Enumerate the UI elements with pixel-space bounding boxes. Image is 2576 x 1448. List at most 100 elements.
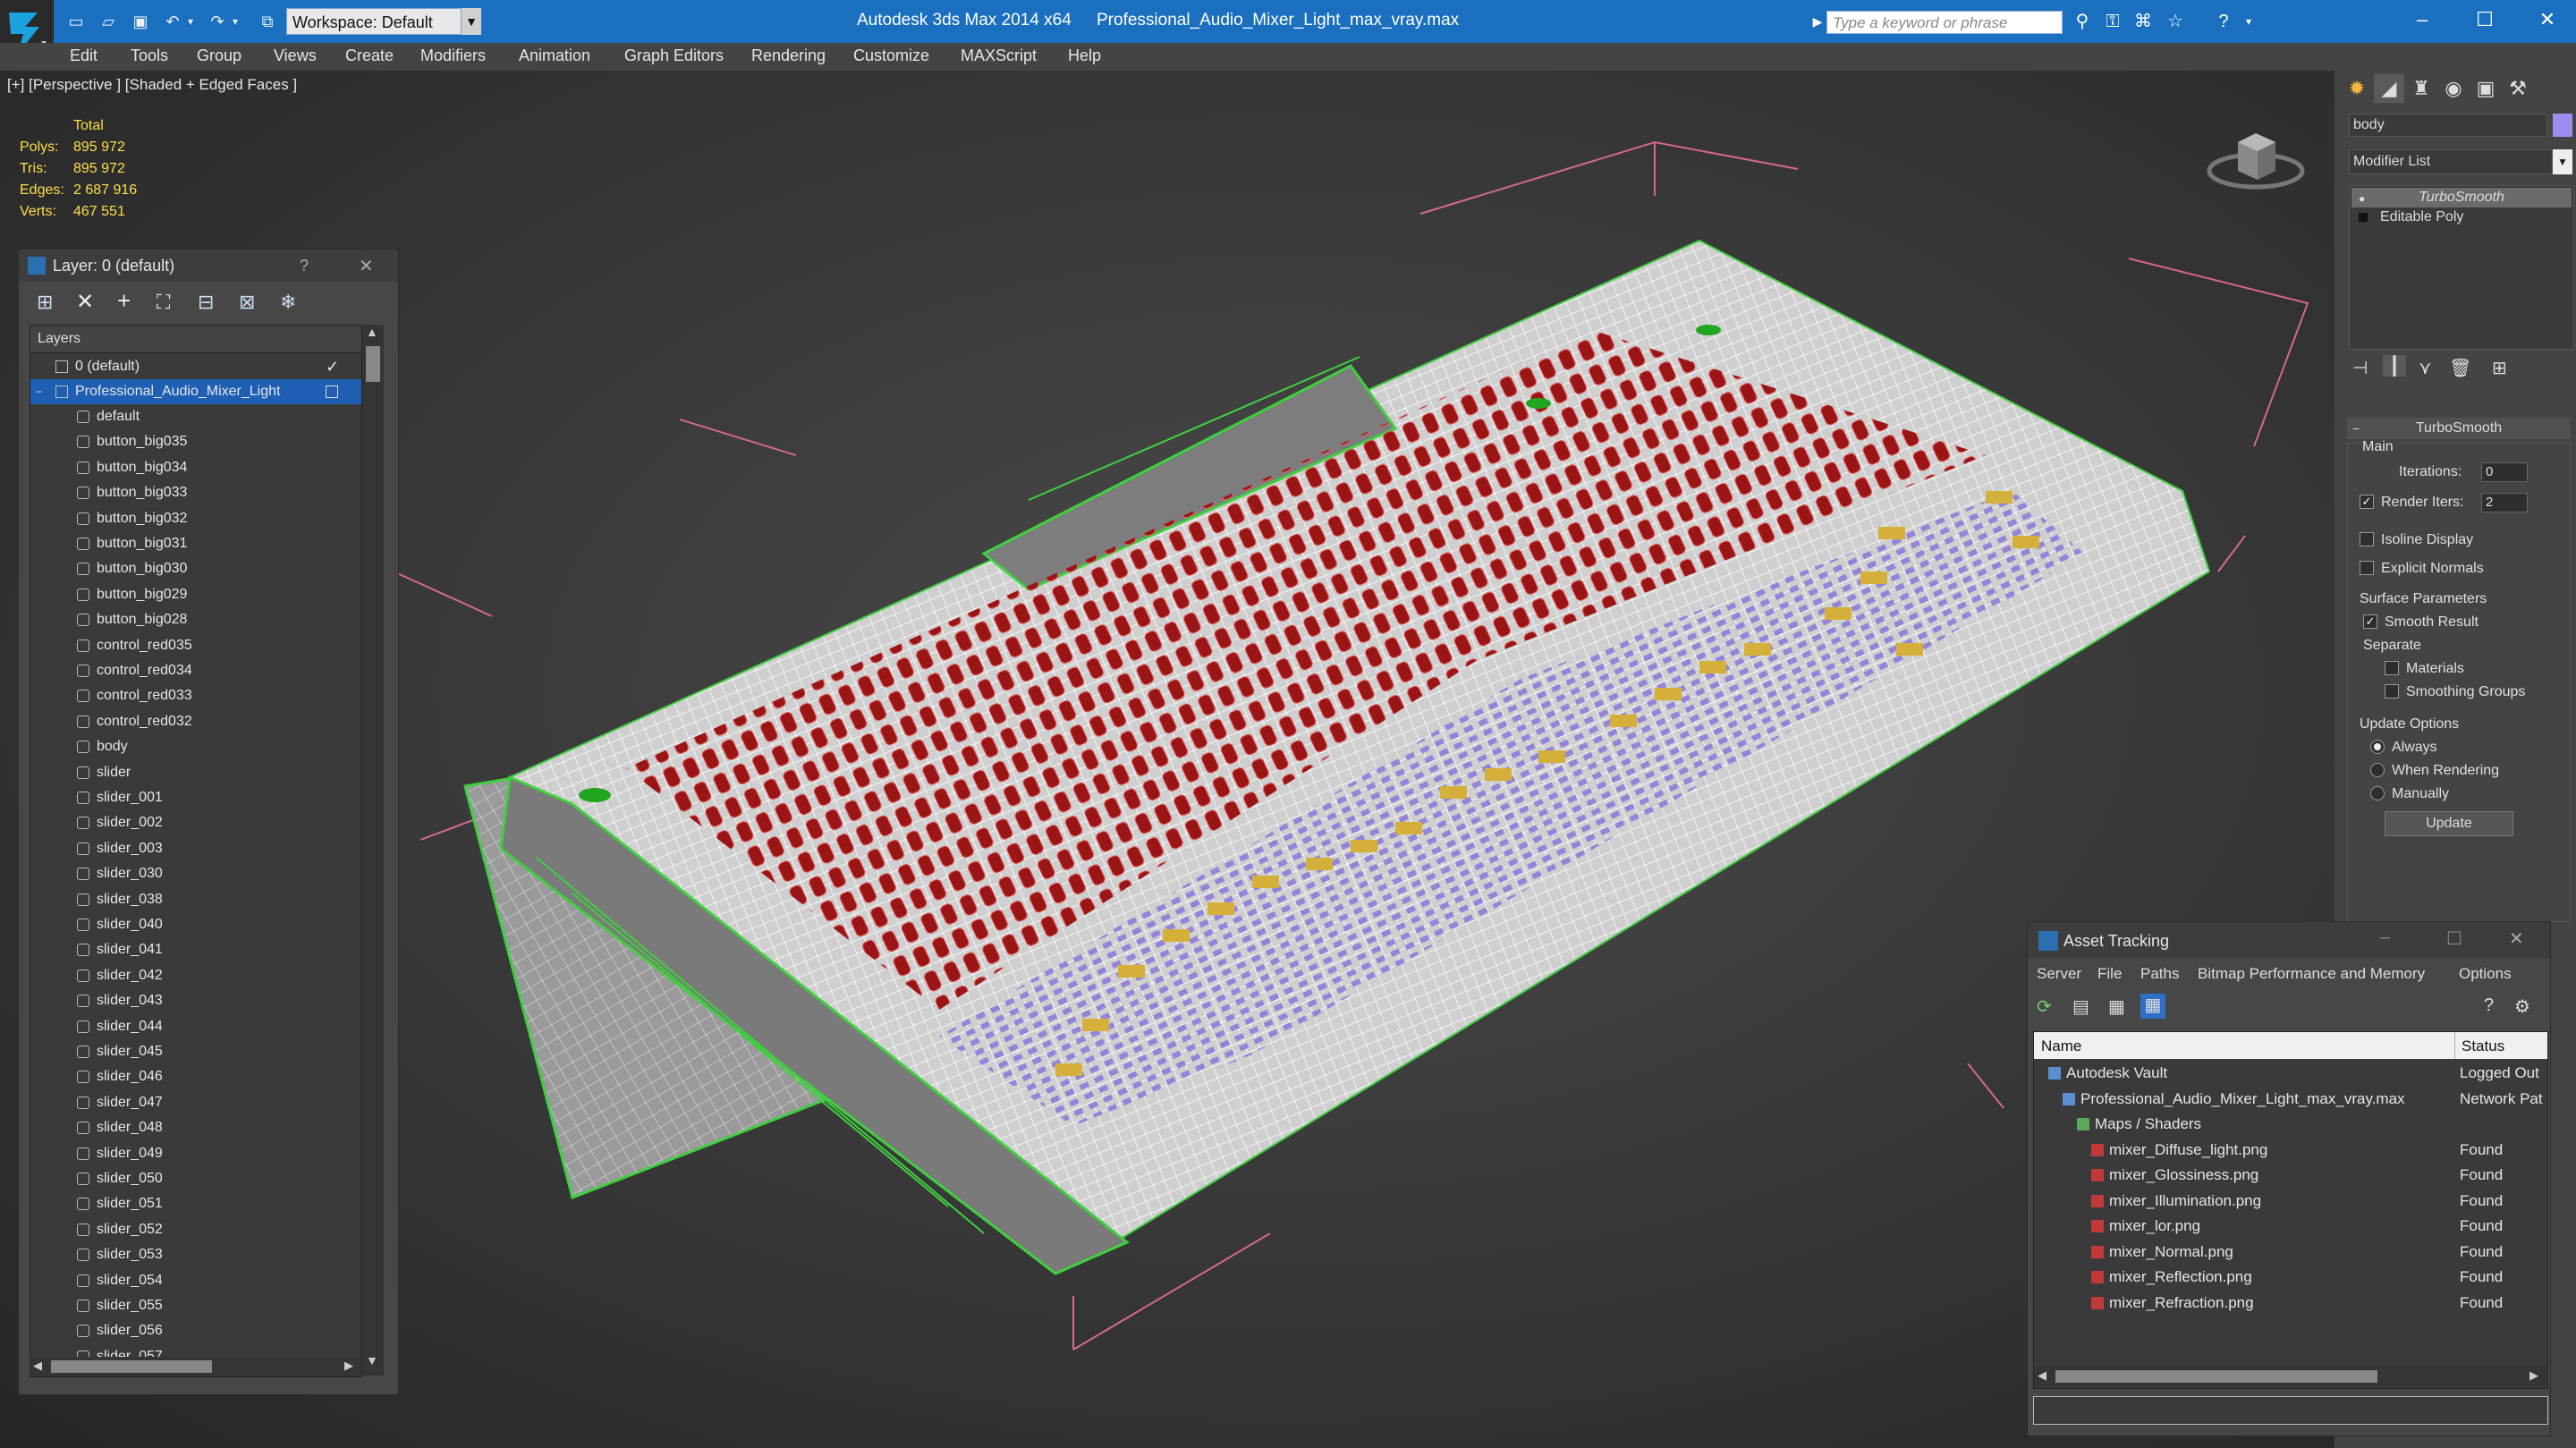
search-input[interactable]: Type a keyword or phrase <box>1826 11 2063 34</box>
asset-row[interactable]: mixer_Reflection.png Found <box>2034 1265 2547 1290</box>
subscription-icon[interactable]: ⚿ <box>2100 10 2125 33</box>
help-2-icon[interactable]: ⚙ <box>2514 995 2530 1018</box>
communication-icon[interactable]: ⌘ <box>2131 10 2156 33</box>
close-icon[interactable]: ✕ <box>2509 927 2524 950</box>
menu-bitmap-performance[interactable]: Bitmap Performance and Memory <box>2198 965 2425 983</box>
layer-tree[interactable]: Layers 0 (default) ✓ − Professional_Audi… <box>30 325 362 1377</box>
list-view-icon[interactable]: ▤ <box>2072 995 2089 1018</box>
layer-row-mixer[interactable]: − Professional_Audio_Mixer_Light <box>30 379 361 404</box>
layer-object-row[interactable]: slider_046 <box>30 1064 361 1089</box>
asset-row[interactable]: mixer_Illumination.png Found <box>2034 1189 2547 1214</box>
maximize-icon[interactable]: ☐ <box>2446 927 2462 950</box>
add-to-layer-icon[interactable]: + <box>117 287 131 315</box>
menu-group[interactable]: Group <box>197 47 242 65</box>
scroll-thumb[interactable] <box>2055 1370 2377 1383</box>
redo-dropdown-icon[interactable]: ▾ <box>229 10 242 33</box>
binoculars-icon[interactable]: ⚲ <box>2070 10 2095 33</box>
layers-column-header[interactable]: Layers <box>30 326 361 353</box>
collapse-icon[interactable] <box>2359 213 2368 222</box>
layer-object-row[interactable]: slider_045 <box>30 1039 361 1064</box>
display-tab-icon[interactable]: ▣ <box>2470 74 2501 103</box>
project-folder-icon[interactable]: ⧉ <box>256 10 279 33</box>
layer-object-row[interactable]: slider_056 <box>30 1318 361 1343</box>
layer-object-row[interactable]: button_big028 <box>30 607 361 632</box>
layer-object-row[interactable]: control_red034 <box>30 658 361 683</box>
help-icon[interactable]: ? <box>300 257 309 275</box>
render-iters-spinner[interactable]: 2 <box>2481 493 2528 512</box>
scroll-thumb[interactable] <box>366 346 380 382</box>
layer-object-row[interactable]: button_big029 <box>30 582 361 607</box>
scroll-left-icon[interactable]: ◀ <box>2038 1368 2046 1383</box>
asset-row[interactable]: Maps / Shaders <box>2034 1112 2547 1137</box>
layer-object-row[interactable]: slider_003 <box>30 836 361 861</box>
explicit-normals-checkbox[interactable] <box>2360 561 2374 575</box>
menu-rendering[interactable]: Rendering <box>751 47 826 65</box>
menu-file[interactable]: File <box>2097 965 2122 983</box>
horizontal-scrollbar[interactable]: ◀ ▶ <box>30 1357 360 1376</box>
asset-titlebar[interactable]: Asset Tracking – ☐ ✕ <box>2028 922 2550 958</box>
stack-item-turbosmooth[interactable]: TurboSmooth <box>2351 188 2572 207</box>
layer-object-row[interactable]: button_big033 <box>30 480 361 505</box>
chevron-down-icon[interactable]: ▼ <box>2553 149 2572 174</box>
layer-object-row[interactable]: slider <box>30 760 361 785</box>
scroll-down-icon[interactable]: ▼ <box>366 1353 378 1368</box>
refresh-icon[interactable]: ⟳ <box>2037 995 2052 1018</box>
layer-object-row[interactable]: button_big034 <box>30 455 361 480</box>
object-name-field[interactable]: body <box>2349 114 2547 137</box>
modifier-stack[interactable]: TurboSmooth ● Editable Poly <box>2349 185 2574 350</box>
menu-server[interactable]: Server <box>2037 965 2081 983</box>
menu-maxscript[interactable]: MAXScript <box>961 47 1037 65</box>
scroll-up-icon[interactable]: ▲ <box>366 325 378 339</box>
layer-object-row[interactable]: slider_052 <box>30 1217 361 1242</box>
motion-tab-icon[interactable]: ◉ <box>2438 74 2469 103</box>
asset-path-field[interactable] <box>2033 1396 2548 1425</box>
menu-animation[interactable]: Animation <box>519 47 590 65</box>
layer-object-row[interactable]: slider_054 <box>30 1268 361 1293</box>
scroll-right-icon[interactable]: ▶ <box>344 1359 353 1373</box>
iterations-spinner[interactable]: 0 <box>2481 462 2528 482</box>
smooth-result-checkbox[interactable]: ✓ <box>2363 614 2377 629</box>
favorites-star-icon[interactable]: ☆ <box>2163 10 2188 33</box>
asset-table[interactable]: Name Status Autodesk Vault Logged Out Prof… <box>2033 1031 2548 1389</box>
lightbulb-icon[interactable]: ● <box>2359 192 2365 205</box>
highlight-layer-icon[interactable]: ⊟ <box>198 291 214 314</box>
asset-row[interactable]: mixer_Glossiness.png Found <box>2034 1163 2547 1188</box>
modify-tab-icon[interactable]: ◢ <box>2374 74 2404 103</box>
layer-object-row[interactable]: control_red035 <box>30 633 361 658</box>
menu-create[interactable]: Create <box>345 47 394 65</box>
freeze-all-icon[interactable]: ❄ <box>280 291 296 314</box>
asset-row[interactable]: mixer_Normal.png Found <box>2034 1240 2547 1265</box>
isoline-display-checkbox[interactable] <box>2360 532 2374 546</box>
manually-radio[interactable] <box>2370 786 2385 800</box>
menu-customize[interactable]: Customize <box>853 47 929 65</box>
new-file-icon[interactable]: ▭ <box>64 10 88 33</box>
menu-paths[interactable]: Paths <box>2140 965 2179 983</box>
menu-modifiers[interactable]: Modifiers <box>420 47 486 65</box>
scroll-thumb[interactable] <box>51 1360 212 1373</box>
hierarchy-tab-icon[interactable]: ♜ <box>2406 74 2436 103</box>
menu-options[interactable]: Options <box>2459 965 2512 983</box>
layer-object-row[interactable]: default <box>30 404 361 429</box>
help-icon[interactable]: ? <box>2211 10 2236 33</box>
modifier-list-dropdown[interactable]: Modifier List <box>2349 149 2553 174</box>
asset-row[interactable]: mixer_Diffuse_light.png Found <box>2034 1138 2547 1163</box>
layer-object-row[interactable]: slider_002 <box>30 810 361 835</box>
always-radio[interactable] <box>2370 740 2385 754</box>
delete-layer-icon[interactable]: ✕ <box>76 289 94 315</box>
render-iters-checkbox[interactable]: ✓ <box>2360 495 2374 509</box>
save-icon[interactable]: ▣ <box>129 10 152 33</box>
layer-object-row[interactable]: body <box>30 734 361 759</box>
layer-object-row[interactable]: slider_051 <box>30 1191 361 1216</box>
new-layer-icon[interactable]: ⊞ <box>37 291 53 314</box>
scroll-left-icon[interactable]: ◀ <box>33 1359 42 1373</box>
layer-object-row[interactable]: slider_040 <box>30 912 361 937</box>
object-color-swatch[interactable] <box>2553 114 2572 137</box>
active-layer-box[interactable] <box>326 385 338 398</box>
menu-edit[interactable]: Edit <box>70 47 97 65</box>
collapse-icon[interactable]: − <box>2352 421 2360 436</box>
make-unique-icon[interactable]: ⋎ <box>2419 357 2432 379</box>
remove-modifier-icon[interactable]: 🗑 <box>2449 357 2471 379</box>
redo-icon[interactable]: ↷ <box>206 10 229 33</box>
menu-graph-editors[interactable]: Graph Editors <box>624 47 724 65</box>
status-column-header[interactable]: Status <box>2462 1037 2504 1055</box>
